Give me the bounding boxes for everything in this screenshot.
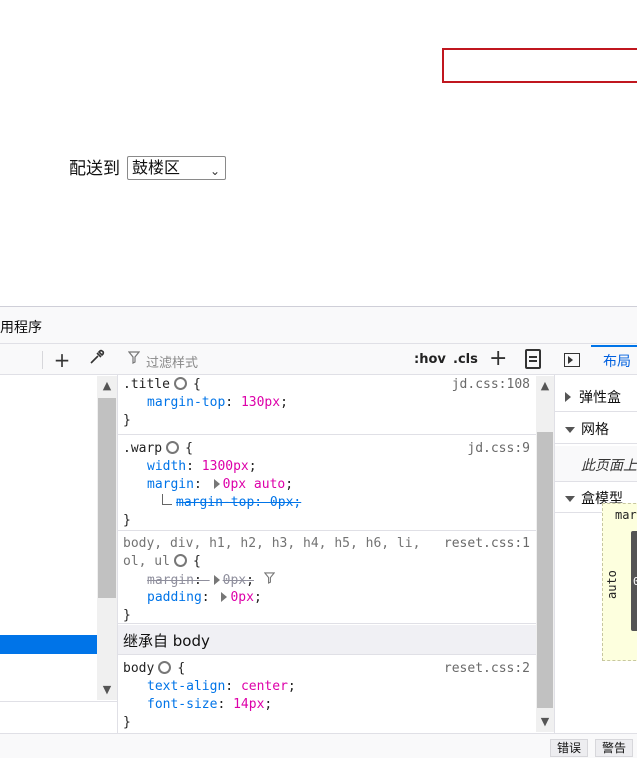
rule-selector-cont[interactable]: ol, ul <box>123 554 170 569</box>
divider <box>0 701 118 702</box>
district-selected-value: 鼓楼区 <box>132 158 181 177</box>
devtools-tabbar: 用程序 <box>0 307 637 344</box>
filter-styles-input[interactable]: 过滤样式 <box>146 352 198 371</box>
rules-scroll-thumb[interactable] <box>537 432 553 708</box>
deliver-to-label: 配送到 <box>69 159 120 179</box>
declaration[interactable]: width: 1300px; <box>118 458 536 476</box>
rules-scrollbar[interactable]: ▲ ▼ <box>536 376 554 732</box>
toggle-sidebar-icon[interactable] <box>564 353 580 367</box>
margin-left-value[interactable]: auto <box>605 570 619 599</box>
declaration[interactable]: text-align: center; <box>118 678 536 696</box>
page-viewport: 配送到 鼓楼区 ⌄ <box>0 0 637 306</box>
rule-reset: body, div, h1, h2, h3, h4, h5, h6, li, r… <box>118 532 536 624</box>
gear-icon[interactable] <box>173 554 187 567</box>
gear-icon[interactable] <box>166 441 180 454</box>
inherited-header: 继承自 body <box>118 625 536 655</box>
warnings-filter-button[interactable]: 警告 <box>595 739 634 757</box>
rule-warp: .warp{ jd.css:9 width: 1300px; margin: 0… <box>118 435 536 531</box>
markup-scroll-thumb[interactable] <box>98 398 116 598</box>
scroll-down-icon[interactable]: ▼ <box>536 712 554 732</box>
rules-panel: 过滤样式 :hov .cls + .title{ jd.css:108 marg… <box>118 345 555 733</box>
rule-selector[interactable]: body, div, h1, h2, h3, h4, h5, h6, li, <box>123 536 420 551</box>
rule-selector[interactable]: .warp <box>123 441 162 456</box>
district-select[interactable]: 鼓楼区 ⌄ <box>127 156 226 180</box>
rule-body: body{ reset.css:2 text-align: center; fo… <box>118 656 536 733</box>
expand-shorthand-icon[interactable] <box>213 479 220 489</box>
selected-node-row[interactable] <box>0 635 97 654</box>
scroll-up-icon[interactable]: ▲ <box>536 376 554 396</box>
computed-subdeclaration: margin-top: 0px; <box>118 494 536 512</box>
hover-state-button[interactable]: :hov <box>414 352 446 367</box>
print-media-icon[interactable] <box>525 349 541 369</box>
rule-selector[interactable]: body <box>123 661 154 676</box>
sidebar-tabs: 布局 <box>555 345 637 375</box>
rule-source-link[interactable]: jd.css:108 <box>452 376 530 394</box>
rule-source-link[interactable]: reset.css:2 <box>444 660 530 678</box>
add-node-icon[interactable]: + <box>51 349 73 371</box>
flexbox-section-header[interactable]: 弹性盒 <box>555 381 637 412</box>
devtools-panel: 用程序 + ▲ ▼ 过滤样式 :hov .cls + .title {jd.c… <box>0 306 637 758</box>
rule-title: .title{ jd.css:108 margin-top: 130px; } <box>118 376 536 435</box>
rule-selector[interactable]: .title <box>123 377 170 392</box>
chevron-down-icon: ⌄ <box>209 164 220 178</box>
box-model-diagram: mar auto 0 <box>602 503 637 661</box>
layout-panel: 布局 弹性盒 网格 此页面上 盒模型 mar auto 0 <box>555 345 637 733</box>
grid-section-header[interactable]: 网格 <box>555 413 637 444</box>
chevron-down-icon <box>565 427 575 433</box>
markup-scrollbar[interactable]: ▲ ▼ <box>97 376 117 700</box>
gear-icon[interactable] <box>158 661 172 674</box>
scroll-down-icon[interactable]: ▼ <box>97 680 117 700</box>
filter-icon <box>127 351 141 368</box>
errors-filter-button[interactable]: 错误 <box>550 739 589 757</box>
gear-icon[interactable] <box>173 377 187 390</box>
console-status-bar: 错误 警告 <box>0 733 637 758</box>
border-left-value[interactable]: 0 <box>633 575 637 588</box>
markup-toolbar: + <box>0 345 118 375</box>
declaration[interactable]: padding: 0px; <box>118 589 536 607</box>
rules-toolbar: 过滤样式 :hov .cls + <box>118 345 555 375</box>
rule-source-link[interactable]: jd.css:9 <box>467 440 530 458</box>
filter-icon[interactable] <box>263 571 276 589</box>
highlighted-title-box <box>442 48 637 83</box>
declaration[interactable]: margin: 0px auto; <box>118 476 536 494</box>
grid-empty-note: 此页面上 <box>555 446 637 482</box>
class-toggle-button[interactable]: .cls <box>453 352 478 367</box>
eyedropper-icon[interactable] <box>86 349 108 371</box>
margin-label: mar <box>615 508 637 522</box>
chevron-down-icon <box>565 496 575 502</box>
overridden-declaration[interactable]: margin: 0px; <box>118 571 536 589</box>
add-rule-button[interactable]: + <box>489 346 507 371</box>
toolbar-divider <box>42 351 43 369</box>
markup-panel: + ▲ ▼ <box>0 345 118 733</box>
tab-layout[interactable]: 布局 <box>591 345 637 375</box>
expand-shorthand-icon[interactable] <box>221 592 228 602</box>
chevron-right-icon <box>565 392 571 402</box>
tab-application[interactable]: 用程序 <box>0 317 42 337</box>
declaration[interactable]: font-size: 14px; <box>118 696 536 714</box>
border-box: 0 <box>631 531 637 631</box>
declaration[interactable]: margin-top: 130px; <box>118 394 536 412</box>
scroll-up-icon[interactable]: ▲ <box>97 376 117 396</box>
rule-source-link[interactable]: reset.css:1 <box>444 535 530 553</box>
expand-shorthand-icon[interactable] <box>213 575 220 585</box>
